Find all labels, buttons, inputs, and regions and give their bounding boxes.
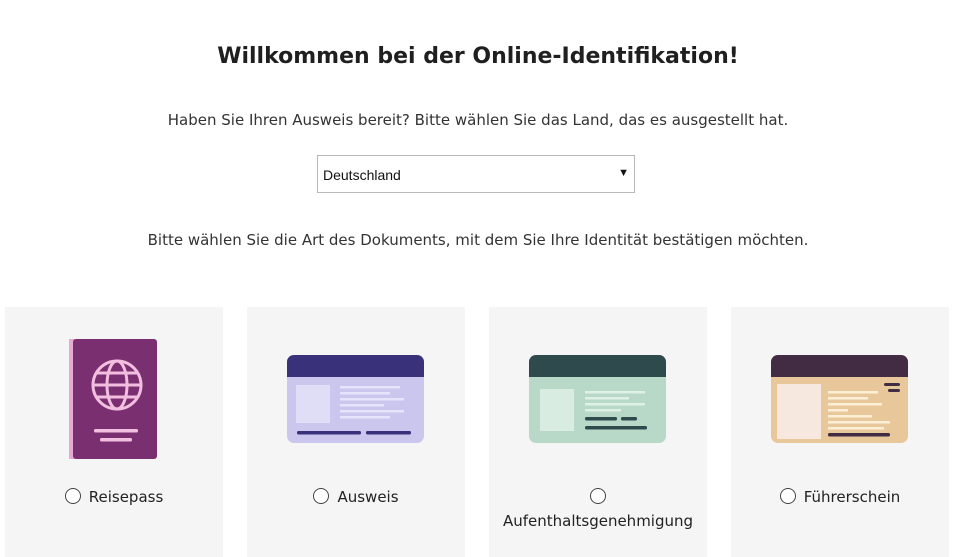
page-title: Willkommen bei der Online-Identifikation… <box>217 44 739 69</box>
radio-button[interactable] <box>590 488 606 504</box>
drivers-license-icon <box>771 355 908 443</box>
radio-button[interactable] <box>313 488 330 504</box>
radio-option-passport[interactable]: Reisepass <box>5 488 223 506</box>
radio-option-id-card[interactable]: Ausweis <box>247 488 465 506</box>
id-card-icon <box>287 355 424 443</box>
document-card-id-card[interactable]: Ausweis <box>247 307 465 557</box>
residence-permit-icon <box>529 355 666 443</box>
radio-option-drivers-license[interactable]: Führerschein <box>731 488 949 506</box>
document-type-prompt: Bitte wählen Sie die Art des Dokuments, … <box>147 231 809 249</box>
country-prompt: Haben Sie Ihren Ausweis bereit? Bitte wä… <box>167 111 789 129</box>
document-card-residence-permit[interactable]: Aufenthaltsgenehmigung <box>489 307 707 557</box>
country-select-value: Deutschland <box>323 167 401 183</box>
document-card-passport[interactable]: Reisepass <box>5 307 223 557</box>
option-label: Aufenthaltsgenehmigung <box>502 512 694 530</box>
document-card-drivers-license[interactable]: Führerschein <box>731 307 949 557</box>
option-label-row: Aufenthaltsgenehmigung <box>489 512 707 530</box>
passport-icon <box>69 339 157 459</box>
option-label: Führerschein <box>803 488 901 506</box>
radio-button[interactable] <box>64 488 81 504</box>
option-label: Ausweis <box>337 488 399 506</box>
chevron-down-icon: ▼ <box>618 167 629 179</box>
radio-option-residence-permit[interactable] <box>489 488 707 506</box>
radio-button[interactable] <box>779 488 796 504</box>
option-label: Reisepass <box>88 488 164 506</box>
country-select[interactable]: Deutschland ▼ <box>317 155 635 193</box>
